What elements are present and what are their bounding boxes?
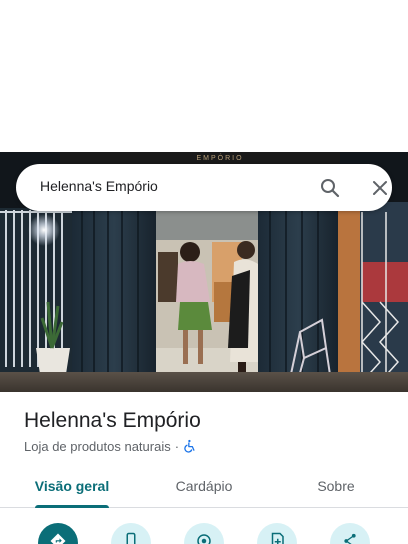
share-button[interactable] [330,523,370,544]
search-query[interactable]: Helenna's Empório [40,178,158,194]
tab-bar: Visão geral Cardápio Sobre [0,468,408,508]
directions-icon [50,533,66,544]
action-row [0,520,408,544]
separator: · [174,438,180,454]
search-bar[interactable]: Helenna's Empório [16,164,392,211]
start-navigation-icon [197,534,211,544]
place-title: Helenna's Empório [24,409,201,432]
save-icon [271,532,284,544]
place-subtitle: Loja de produtos naturais · [24,437,197,455]
search-icon[interactable] [318,176,342,200]
place-category: Loja de produtos naturais [24,438,171,454]
tab-overview[interactable]: Visão geral [22,468,122,508]
tab-about[interactable]: Sobre [286,468,386,508]
phone-icon [126,532,136,544]
start-button[interactable] [184,523,224,544]
active-tab-indicator [35,505,109,508]
wheelchair-icon [183,439,197,453]
directions-button[interactable] [38,523,78,544]
sign-text: EMPÓRIO [196,153,243,162]
share-icon [344,533,356,544]
tab-menu[interactable]: Cardápio [154,468,254,508]
close-icon[interactable] [368,176,392,200]
call-button[interactable] [111,523,151,544]
save-button[interactable] [257,523,297,544]
